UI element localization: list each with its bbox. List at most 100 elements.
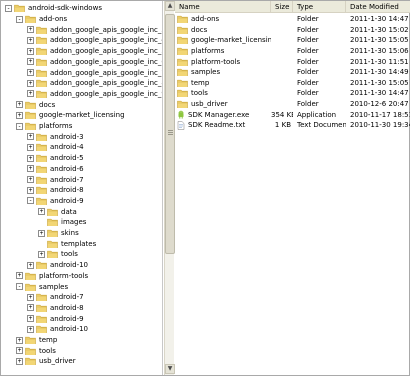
expand-icon[interactable]: + (27, 176, 34, 184)
expand-icon[interactable]: + (27, 165, 34, 173)
expand-icon[interactable]: + (27, 186, 34, 194)
expand-icon[interactable]: + (27, 325, 34, 333)
folder-icon (36, 58, 47, 67)
scroll-down-button[interactable]: ▼ (165, 364, 175, 374)
file-row[interactable]: SDK Readme.txt 1 KB Text Document 2010-11-3… (175, 120, 410, 131)
tree-item[interactable]: + docs (16, 99, 55, 110)
file-type: Folder (297, 36, 319, 45)
tree-item[interactable]: + android-10 (27, 324, 88, 335)
tree-item[interactable]: + android-4 (27, 142, 84, 153)
file-row[interactable]: samples Folder 2011-1-30 14:49 (175, 67, 410, 78)
column-date-modified[interactable]: Date Modified (346, 1, 410, 13)
tree-item[interactable]: - android-9 (27, 196, 84, 207)
tree-item-label: tools (39, 346, 56, 355)
expand-icon[interactable]: + (16, 336, 23, 344)
expand-icon[interactable]: + (16, 111, 23, 119)
expand-icon[interactable]: + (38, 208, 45, 216)
file-row[interactable]: temp Folder 2011-1-30 15:05 (175, 78, 410, 89)
tree-item[interactable]: + tools (16, 345, 56, 356)
expand-icon[interactable]: + (16, 357, 23, 365)
folder-icon (36, 325, 47, 335)
expand-icon[interactable]: + (16, 101, 23, 109)
file-row[interactable]: SDK Manager.exe 354 KB Application 2010-11-… (175, 109, 410, 120)
folder-icon (47, 250, 58, 260)
tree-item[interactable]: + android-7 (27, 174, 84, 185)
collapse-icon[interactable]: - (5, 4, 12, 12)
expand-icon[interactable]: + (27, 154, 34, 162)
expand-icon[interactable]: + (27, 315, 34, 323)
scroll-thumb[interactable] (165, 14, 175, 254)
tree-item[interactable]: + platform-tools (16, 271, 88, 282)
tree-item[interactable]: + android-8 (27, 303, 84, 314)
tree-item[interactable]: - add-ons (16, 14, 67, 25)
expand-icon[interactable]: + (16, 347, 23, 355)
tree-item[interactable]: + android-8 (27, 185, 84, 196)
expand-icon[interactable]: + (27, 47, 34, 55)
expand-icon[interactable]: + (27, 133, 34, 141)
tree-item[interactable]: + usb_driver (16, 356, 76, 367)
collapse-icon[interactable]: - (16, 283, 23, 291)
collapse-icon[interactable]: - (16, 122, 23, 130)
expand-icon[interactable]: + (27, 26, 34, 34)
collapse-icon[interactable]: - (16, 15, 23, 23)
tree-item[interactable]: - android-sdk-windows (5, 3, 102, 14)
expand-icon[interactable]: + (27, 293, 34, 301)
tree-item[interactable]: + addon_google_apis_google_inc_9 (27, 89, 162, 100)
tree-item[interactable]: + skins (38, 228, 79, 239)
column-name[interactable]: Name (175, 1, 271, 13)
scroll-up-button[interactable]: ▲ (165, 1, 175, 11)
tree-item[interactable]: + android-7 (27, 292, 84, 303)
tree-item[interactable]: + android-3 (27, 131, 84, 142)
expand-icon[interactable]: + (27, 69, 34, 77)
expand-icon[interactable]: + (38, 229, 45, 237)
file-row[interactable]: tools Folder 2011-1-30 14:47 (175, 88, 410, 99)
tree-item[interactable]: + temp (16, 335, 57, 346)
collapse-icon[interactable]: - (27, 197, 34, 205)
tree-item[interactable]: + android-6 (27, 164, 84, 175)
tree-item[interactable]: + addon_google_apis_google_inc_8 (27, 78, 162, 89)
tree-scrollbar[interactable]: ▲ ▼ (164, 1, 175, 375)
file-row[interactable]: platforms Folder 2011-1-30 15:06 (175, 46, 410, 57)
tree-item[interactable]: + android-9 (27, 313, 84, 324)
tree-item[interactable]: + addon_google_apis_google_inc_6 (27, 57, 162, 68)
expand-icon[interactable]: + (27, 261, 34, 269)
tree-item-label: android-6 (50, 164, 84, 173)
column-type[interactable]: Type (293, 1, 346, 13)
file-row[interactable]: google-market_licensing Folder 2011-1-30 1… (175, 35, 410, 46)
expand-icon[interactable]: + (16, 272, 23, 280)
tree-item[interactable]: + android-10 (27, 260, 88, 271)
expand-icon[interactable]: + (27, 304, 34, 312)
folder-icon (25, 357, 36, 367)
folder-icon (177, 47, 188, 56)
file-name: samples (191, 68, 221, 77)
file-row[interactable]: add-ons Folder 2011-1-30 14:47 (175, 14, 410, 25)
file-row[interactable]: platform-tools Folder 2011-1-30 11:51 (175, 56, 410, 67)
tree-item[interactable]: templates (38, 238, 96, 249)
tree-item[interactable]: + addon_google_apis_google_inc_3 (27, 24, 162, 35)
expand-icon[interactable]: + (27, 36, 34, 44)
file-type: Folder (297, 78, 319, 87)
tree-item[interactable]: images (38, 217, 86, 228)
tree-item[interactable]: + google-market_licensing (16, 110, 125, 121)
file-row[interactable]: usb_driver Folder 2010-12-6 20:47 (175, 99, 410, 110)
column-size[interactable]: Size (271, 1, 293, 13)
tree-item[interactable]: - platforms (16, 121, 72, 132)
file-row[interactable]: docs Folder 2011-1-30 15:02 (175, 25, 410, 36)
tree-item[interactable]: + addon_google_apis_google_inc_4 (27, 35, 162, 46)
tree-item[interactable]: + android-5 (27, 153, 84, 164)
tree-item[interactable]: - samples (16, 281, 68, 292)
file-date-modified: 2011-1-30 14:47 (350, 15, 409, 24)
expand-icon[interactable]: + (38, 250, 45, 258)
expand-icon[interactable]: + (27, 58, 34, 66)
tree-item[interactable]: + addon_google_apis_google_inc_7 (27, 67, 162, 78)
expand-icon[interactable]: + (27, 90, 34, 98)
folder-icon (25, 272, 36, 281)
tree-item[interactable]: + data (38, 206, 77, 217)
tree-item[interactable]: + tools (38, 249, 78, 260)
tree-item-label: skins (61, 229, 79, 238)
tree-item[interactable]: + addon_google_apis_google_inc_5 (27, 46, 162, 57)
folder-icon (177, 58, 188, 66)
expand-icon[interactable]: + (27, 79, 34, 87)
tree-item-label: android-8 (50, 303, 84, 312)
expand-icon[interactable]: + (27, 143, 34, 151)
